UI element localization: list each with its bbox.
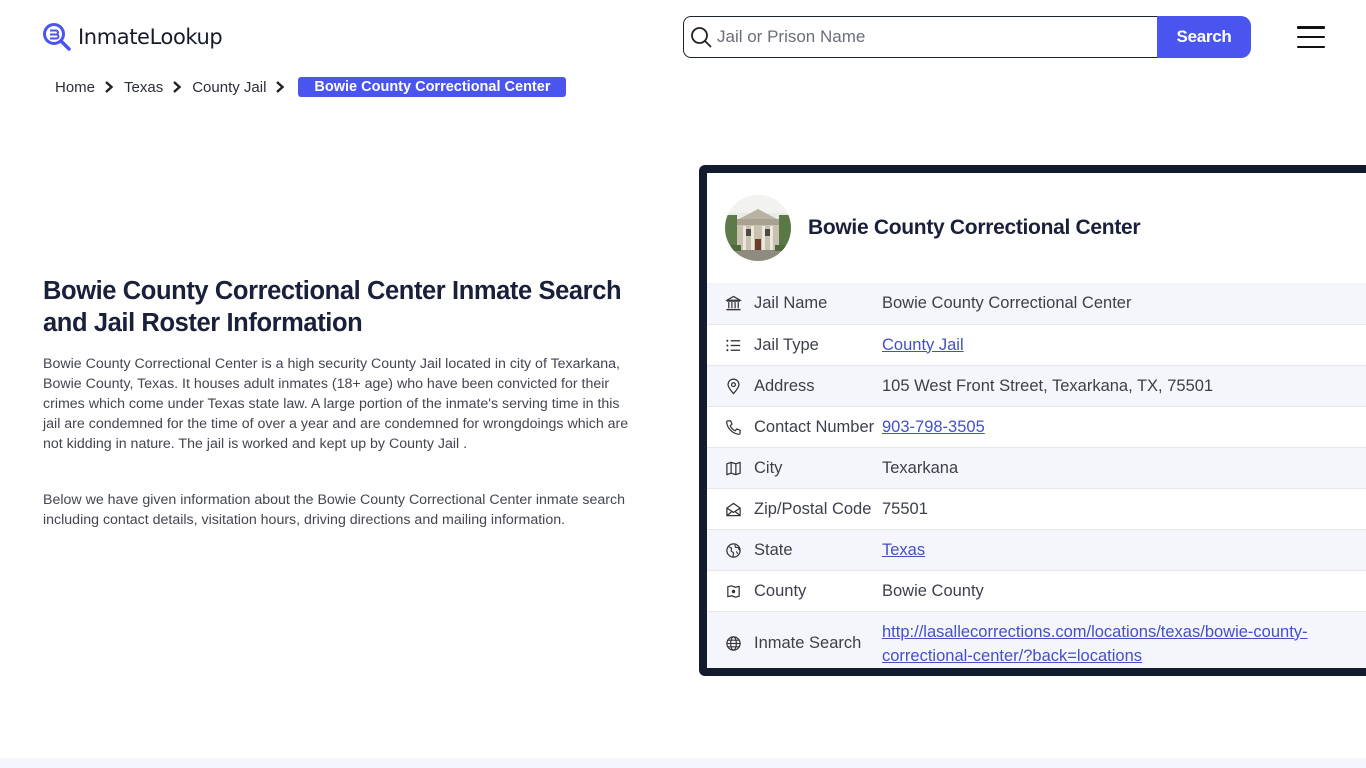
breadcrumb-current: Bowie County Correctional Center [298,77,567,97]
breadcrumb-texas[interactable]: Texas [124,79,163,96]
info-row-inmate-search: Inmate Search http://lasallecorrections.… [707,611,1366,668]
chevron-right-icon [173,81,182,93]
phone-link[interactable]: 903-798-3505 [882,418,985,436]
info-row-city: City Texarkana [707,447,1366,488]
info-row-jail-type: Jail Type County Jail [707,324,1366,365]
info-row-jail-name: Jail Name Bowie County Correctional Cent… [707,283,1366,324]
search-field[interactable] [683,16,1157,58]
row-label: Jail Name [754,294,828,312]
row-value: 75501 [882,499,928,518]
logo-link[interactable]: InmateLookup [42,22,223,52]
breadcrumb-home[interactable]: Home [55,79,95,96]
row-label: City [754,458,783,477]
courthouse-image [725,195,791,261]
inmate-search-link[interactable]: http://lasallecorrections.com/locations/… [882,623,1308,665]
list-icon [724,336,742,354]
hamburger-icon-line [1297,26,1325,29]
jail-type-link[interactable]: County Jail [882,336,964,354]
info-table: Jail Name Bowie County Correctional Cent… [707,283,1366,668]
row-label: Contact Number [754,417,875,436]
info-row-state: State Texas [707,529,1366,570]
row-value: 105 West Front Street, Texarkana, TX, 75… [882,376,1214,395]
hamburger-menu-button[interactable] [1297,26,1325,48]
jail-info-card: Bowie County Correctional Center Jail Na… [699,165,1366,676]
info-row-county: County Bowie County [707,570,1366,611]
search-button[interactable]: Search [1157,16,1251,58]
globe-region-icon [724,541,742,559]
row-label: Address [754,376,815,395]
map-icon [724,459,742,477]
info-row-contact-number: Contact Number 903-798-3505 [707,406,1366,447]
search-icon [691,27,712,48]
mail-open-icon [724,500,742,518]
hamburger-icon-line [1297,45,1325,48]
info-paragraph: Below we have given information about th… [43,492,625,528]
chevron-right-icon [105,81,114,93]
world-icon [724,635,742,653]
logo-text: InmateLookup [78,25,223,49]
row-value: Texarkana [882,458,959,477]
breadcrumb: Home Texas County Jail Bowie County Corr… [55,76,567,98]
chevron-right-icon [276,81,285,93]
breadcrumb-county-jail[interactable]: County Jail [192,79,266,96]
building-columns-icon [724,295,742,313]
row-label: Zip/Postal Code [754,499,872,518]
footer-band [0,758,1366,768]
row-value: Bowie County Correctional Center [882,294,1132,312]
search-bar: Search [683,16,1251,58]
hamburger-icon-line [1297,35,1325,39]
info-row-address: Address 105 West Front Street, Texarkana… [707,365,1366,406]
jail-photo-avatar [725,195,791,261]
page-title: Bowie County Correctional Center Inmate … [43,277,622,337]
county-map-icon [724,582,742,600]
card-title: Bowie County Correctional Center [808,216,1141,239]
state-link[interactable]: Texas [882,541,925,559]
row-label: County [754,581,807,600]
intro-paragraph: Bowie County Correctional Center is a hi… [43,356,629,452]
map-pin-icon [724,377,742,395]
info-row-zip: Zip/Postal Code 75501 [707,488,1366,529]
row-label: Inmate Search [754,634,862,652]
row-label: State [754,540,793,559]
row-label: Jail Type [754,335,819,354]
jail-info-card-body: Bowie County Correctional Center Jail Na… [707,173,1366,668]
logo-magnifier-icon [43,23,71,51]
search-input[interactable] [717,27,1137,47]
phone-icon [724,418,742,436]
row-value: Bowie County [882,581,984,600]
card-header: Bowie County Correctional Center [707,173,1366,283]
